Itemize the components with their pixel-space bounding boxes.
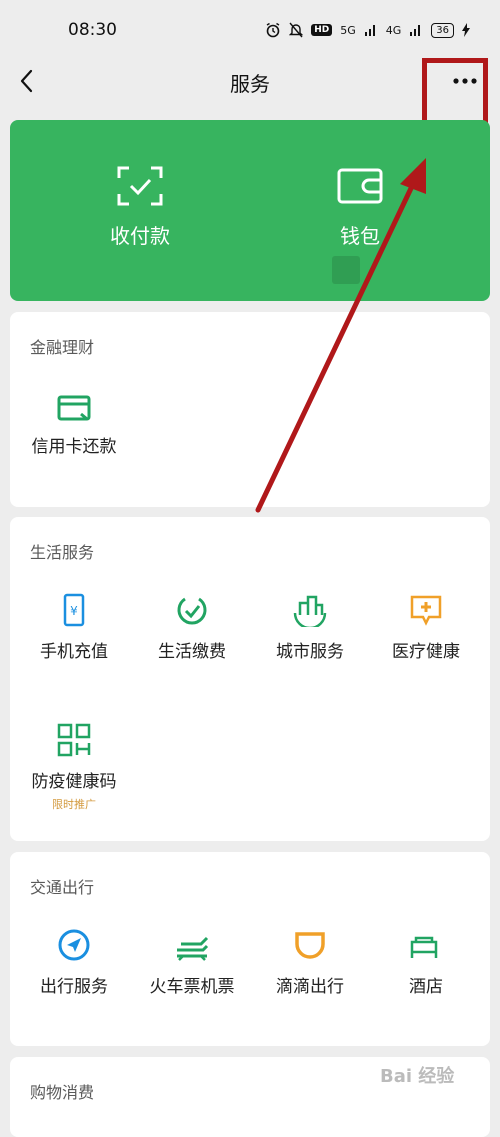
health-code-label: 防疫健康码 — [31, 772, 117, 792]
qr-code-icon — [57, 723, 91, 757]
didi-icon — [295, 932, 325, 959]
svg-text:¥: ¥ — [70, 604, 78, 618]
didi-label: 滴滴出行 — [276, 977, 344, 997]
section-transport-title: 交通出行 — [30, 878, 95, 897]
charging-icon — [462, 23, 470, 37]
utility-payment-label: 生活缴费 — [158, 642, 226, 662]
status-icons: HD 5G 4G 36 — [265, 22, 470, 38]
section-shopping-title: 购物消费 — [30, 1083, 95, 1102]
hero-panel: 收付款 钱包 — [10, 120, 490, 301]
phone-recharge-item[interactable]: ¥ 手机充值 — [14, 593, 134, 662]
credit-card-repay-item[interactable]: 信用卡还款 — [14, 394, 134, 457]
promo-tag: 限时推广 — [52, 798, 96, 811]
train-flight-item[interactable]: 火车票机票 — [132, 928, 252, 997]
section-life-title: 生活服务 — [30, 543, 95, 562]
phone-recharge-label: 手机充值 — [40, 642, 108, 662]
hotel-icon — [410, 930, 442, 958]
hotel-label: 酒店 — [409, 977, 443, 997]
utility-payment-item[interactable]: 生活缴费 — [132, 593, 252, 662]
hotel-item[interactable]: 酒店 — [366, 928, 486, 997]
mute-bell-icon — [289, 22, 304, 38]
section-finance: 金融理财 信用卡还款 — [10, 312, 490, 507]
medical-health-item[interactable]: 医疗健康 — [366, 593, 486, 662]
status-time: 08:30 — [68, 20, 117, 40]
section-finance-title: 金融理财 — [30, 338, 95, 357]
battery-indicator: 36 — [431, 22, 454, 38]
medical-health-label: 医疗健康 — [392, 642, 460, 662]
wallet-label: 钱包 — [340, 224, 380, 248]
section-transport: 交通出行 出行服务 火车票机票 滴滴出行 酒店 — [10, 852, 490, 1046]
travel-service-label: 出行服务 — [40, 977, 108, 997]
didi-item[interactable]: 滴滴出行 — [250, 928, 370, 997]
signal-5g-label: 5G — [340, 23, 356, 37]
alarm-icon — [266, 22, 280, 38]
scan-pay-icon — [117, 166, 163, 206]
receive-pay-button[interactable]: 收付款 — [70, 166, 210, 249]
section-life: 生活服务 ¥ 手机充值 生活缴费 城市服务 医疗健康 防疫健康码 限时推广 — [10, 517, 490, 841]
hero-shadow — [332, 256, 360, 284]
train-flight-label: 火车票机票 — [149, 977, 235, 997]
hd-badge: HD — [311, 24, 333, 36]
watermark: Bai 经验 — [380, 1066, 455, 1087]
city-service-icon — [293, 595, 327, 627]
wallet-button[interactable]: 钱包 — [290, 166, 430, 249]
credit-card-repay-label: 信用卡还款 — [31, 437, 117, 457]
utility-payment-icon — [177, 597, 207, 625]
signal-4g-label: 4G — [385, 23, 402, 37]
health-code-item[interactable]: 防疫健康码 限时推广 — [14, 723, 134, 812]
wallet-icon — [337, 168, 383, 204]
credit-card-icon — [57, 395, 91, 421]
city-service-item[interactable]: 城市服务 — [250, 593, 370, 662]
navigation-icon — [58, 929, 90, 961]
annotation-highlight-box — [422, 58, 488, 128]
train-icon — [177, 936, 209, 961]
phone-recharge-icon: ¥ — [63, 593, 85, 627]
status-bar: 08:30 HD 5G 4G 36 — [0, 0, 500, 60]
medical-icon — [410, 595, 442, 626]
city-service-label: 城市服务 — [276, 642, 344, 662]
travel-service-item[interactable]: 出行服务 — [14, 928, 134, 997]
signal-icon-2 — [410, 25, 421, 36]
signal-icon — [364, 25, 375, 36]
receive-pay-label: 收付款 — [110, 224, 170, 248]
